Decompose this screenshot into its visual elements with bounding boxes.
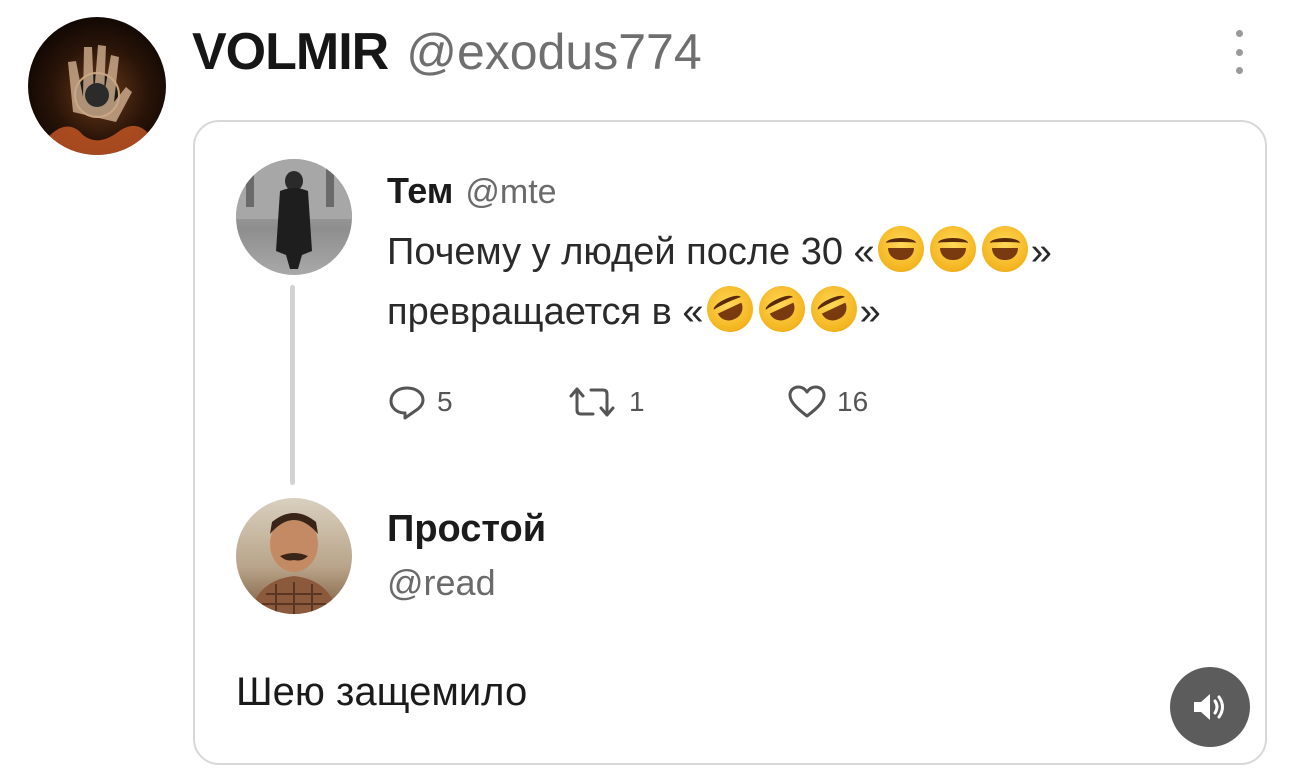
thread-connector-line: [290, 285, 295, 485]
more-options-icon[interactable]: [1228, 30, 1250, 74]
reply-author-handle[interactable]: @read: [387, 562, 496, 604]
mustache-man-avatar-icon: [250, 513, 338, 614]
reply-icon: [389, 386, 425, 420]
reply-author-name[interactable]: Простой: [387, 508, 546, 551]
retweet-icon: [569, 387, 615, 417]
text-segment: превращается в «: [387, 291, 704, 333]
sound-toggle-button[interactable]: [1170, 667, 1250, 747]
person-in-coat-avatar-icon: [236, 159, 352, 269]
quoted-header: Тем @mte: [387, 170, 557, 212]
rolling-on-floor-laughing-icon: [750, 278, 813, 340]
speaker-icon: [1194, 694, 1224, 720]
retweet-action[interactable]: 1: [565, 384, 645, 420]
quoted-text-line-2: превращается в « »: [387, 278, 1207, 342]
rolling-on-floor-laughing-icon: [698, 278, 761, 340]
author-avatar[interactable]: [28, 17, 166, 155]
text-segment: Почему у людей после 30 «: [387, 231, 875, 273]
quoted-author-name[interactable]: Тем: [387, 170, 453, 212]
author-handle[interactable]: @exodus774: [406, 23, 701, 81]
like-action[interactable]: 16: [787, 384, 868, 420]
embedded-thread-card[interactable]: Тем @mte Почему у людей после 30 « » прев…: [193, 120, 1267, 765]
quoted-author-avatar[interactable]: [236, 159, 352, 275]
face-with-tears-of-joy-icon: [981, 226, 1028, 272]
like-count: 16: [837, 386, 869, 417]
reply-count: 5: [437, 386, 453, 417]
post-header: VOLMIR @exodus774: [192, 22, 702, 82]
author-display-name[interactable]: VOLMIR: [192, 22, 389, 82]
reply-action[interactable]: 5: [387, 384, 453, 420]
hand-fire-avatar-icon: [28, 45, 166, 155]
face-with-tears-of-joy-icon: [877, 226, 924, 272]
text-segment: »: [859, 291, 881, 333]
quoted-author-handle[interactable]: @mte: [465, 173, 556, 212]
rolling-on-floor-laughing-icon: [802, 278, 865, 340]
text-segment: »: [1030, 231, 1052, 273]
retweet-count: 1: [629, 386, 645, 417]
quoted-text-line-1: Почему у людей после 30 « »: [387, 222, 1207, 282]
face-with-tears-of-joy-icon: [929, 226, 976, 272]
reply-author-avatar[interactable]: [236, 498, 352, 614]
reply-text: Шею защемило: [236, 670, 528, 714]
heart-icon: [788, 385, 826, 418]
tweet-actions: 5 1 16: [387, 384, 907, 424]
quoted-tweet-text: Почему у людей после 30 « » превращается …: [387, 222, 1207, 342]
